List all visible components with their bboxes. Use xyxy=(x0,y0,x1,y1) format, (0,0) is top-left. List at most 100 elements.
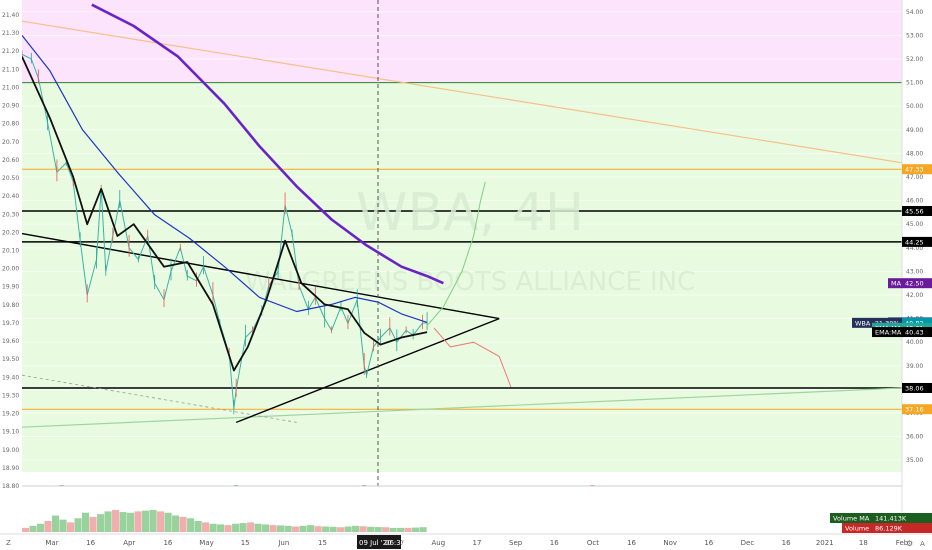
left-tick: 18.90 xyxy=(2,465,19,472)
time-tick: 16 xyxy=(86,539,95,547)
time-tick: Sep xyxy=(509,539,523,547)
volume-tags: Volume MA 141.413K Volume 86.129K xyxy=(830,513,932,533)
time-tick: Mar xyxy=(45,539,58,547)
watermark: WBA, 4H xyxy=(356,183,584,243)
left-tick: 19.30 xyxy=(2,392,19,399)
right-tick: 52.00 xyxy=(906,56,923,63)
time-tick: 16 xyxy=(163,539,172,547)
volume-bar xyxy=(389,527,397,532)
left-tick: 19.60 xyxy=(2,338,19,345)
volume-bar xyxy=(284,525,292,532)
price-tag: 47.33 xyxy=(905,166,924,174)
left-tick: 20.10 xyxy=(2,248,19,255)
volume-bar xyxy=(337,527,345,532)
volume-bar xyxy=(247,522,255,532)
left-tick: 21.30 xyxy=(2,30,19,37)
volume-tag: 141.413K xyxy=(875,515,907,523)
volume-tag: 86.129K xyxy=(875,525,903,533)
chart[interactable]: WBA, 4H WALGREENS BOOTS ALLIANCE INC EDE… xyxy=(0,0,932,550)
volume-bar xyxy=(127,512,135,532)
timezone-icon[interactable]: Z xyxy=(6,539,11,547)
price-tag-label: MA xyxy=(891,280,902,288)
time-tick: 16 xyxy=(782,539,791,547)
left-tick: 20.30 xyxy=(2,211,19,218)
volume-bar xyxy=(202,522,210,532)
time-tick: Oct xyxy=(587,539,599,547)
volume-bar xyxy=(112,510,120,532)
right-tick: 48.00 xyxy=(906,150,923,157)
right-tick: 51.00 xyxy=(906,80,923,87)
time-tick: Aug xyxy=(432,539,446,547)
left-tick: 21.00 xyxy=(2,84,19,91)
volume-bar xyxy=(232,523,240,532)
left-tick: 20.70 xyxy=(2,139,19,146)
volume-bar xyxy=(134,511,142,532)
volume-bar xyxy=(104,511,112,532)
volume-bar xyxy=(404,527,412,532)
time-tick: 17 xyxy=(473,539,482,547)
time-tick: 16 xyxy=(627,539,636,547)
volume-bar xyxy=(29,525,37,532)
volume-bar xyxy=(262,524,270,532)
price-tag: 44.25 xyxy=(905,238,924,246)
volume-bar xyxy=(209,523,217,532)
chart-svg[interactable]: WBA, 4H WALGREENS BOOTS ALLIANCE INC EDE… xyxy=(0,0,932,550)
volume-bar xyxy=(67,522,75,532)
volume-bar xyxy=(254,523,262,532)
volume-bar xyxy=(344,526,352,532)
time-tick: Jun xyxy=(277,539,289,547)
right-tick: 49.00 xyxy=(906,127,923,134)
left-tick: 19.40 xyxy=(2,374,19,381)
right-tick: 42.00 xyxy=(906,292,923,299)
time-tick: 18 xyxy=(859,539,868,547)
time-tick: 15 xyxy=(318,539,327,547)
volume-bar xyxy=(179,516,187,532)
time-tick: 15 xyxy=(241,539,250,547)
volume-bar xyxy=(187,518,195,532)
left-tick: 19.00 xyxy=(2,447,19,454)
volume-bar xyxy=(74,518,82,532)
volume-bar xyxy=(22,527,30,532)
volume-bar xyxy=(352,525,360,532)
volume-tag-label: Volume xyxy=(845,525,869,533)
auto-scale-button[interactable]: A xyxy=(920,540,925,548)
volume-bar xyxy=(367,526,375,532)
time-tick: Dec xyxy=(741,539,755,547)
price-tag: 38.06 xyxy=(905,384,924,392)
crosshair-time: 06:30 xyxy=(385,539,405,547)
volume-bar xyxy=(172,515,180,532)
price-tag: 45.56 xyxy=(905,207,924,215)
right-tick: 46.00 xyxy=(906,198,923,205)
volume-bar xyxy=(277,525,285,532)
volume-bar xyxy=(37,523,45,532)
right-tick: 54.00 xyxy=(906,9,923,16)
volume-bar xyxy=(149,510,157,532)
left-tick: 20.60 xyxy=(2,157,19,164)
volume-bar xyxy=(157,511,165,532)
volume-bar xyxy=(224,525,232,532)
volume-bar xyxy=(44,521,52,532)
left-tick: 20.00 xyxy=(2,266,19,273)
left-tick: 19.20 xyxy=(2,411,19,418)
volume-bar xyxy=(217,524,225,532)
volume-bar xyxy=(269,525,277,532)
left-tick: 20.20 xyxy=(2,229,19,236)
volume-bar xyxy=(194,521,202,532)
right-tick: 45.00 xyxy=(906,221,923,228)
price-tag: 42.50 xyxy=(905,280,924,288)
left-tick: 19.90 xyxy=(2,284,19,291)
time-tick: Nov xyxy=(663,539,677,547)
settings-icon[interactable]: ⚙ xyxy=(906,539,913,548)
time-tick: 16 xyxy=(704,539,713,547)
time-tick: 16 xyxy=(550,539,559,547)
volume-bar xyxy=(59,519,67,532)
volume-bar xyxy=(359,526,367,532)
left-tick: 21.10 xyxy=(2,66,19,73)
time-axis[interactable] xyxy=(0,534,932,550)
volume-bar xyxy=(314,526,322,532)
volume-bar xyxy=(97,514,105,532)
volume-bar xyxy=(307,525,315,532)
volume-bar xyxy=(412,527,420,532)
left-tick: 21.40 xyxy=(2,12,19,19)
volume-bar xyxy=(164,512,172,532)
